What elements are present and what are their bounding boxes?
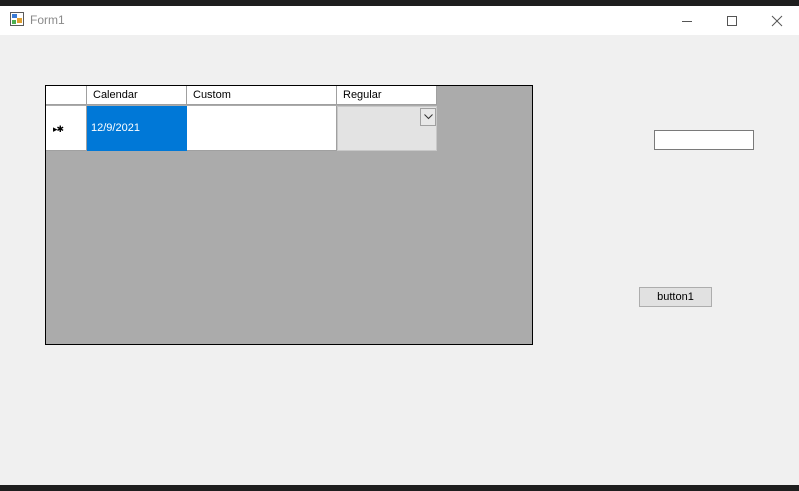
grid-corner-header[interactable]	[46, 86, 87, 105]
minimize-button[interactable]	[664, 6, 710, 35]
chevron-down-icon	[423, 114, 433, 120]
new-row-indicator-icon: ▸✱	[53, 124, 64, 134]
cell-regular-combobox[interactable]	[337, 106, 437, 151]
column-header-custom[interactable]: Custom	[187, 86, 337, 105]
textbox1[interactable]	[654, 130, 754, 150]
row-header[interactable]: ▸✱	[46, 106, 87, 151]
close-icon	[771, 15, 783, 26]
maximize-icon	[727, 15, 737, 26]
form-window: Form1 Calendar Custom Regular ▸✱ 12/9/20…	[0, 6, 799, 485]
data-grid-view[interactable]: Calendar Custom Regular ▸✱ 12/9/2021	[45, 85, 533, 345]
close-button[interactable]	[754, 6, 799, 35]
title-bar[interactable]: Form1	[0, 6, 799, 35]
maximize-button[interactable]	[709, 6, 755, 35]
button1[interactable]: button1	[639, 287, 712, 307]
cell-calendar[interactable]: 12/9/2021	[87, 106, 187, 151]
column-header-regular[interactable]: Regular	[337, 86, 437, 105]
combobox-dropdown-button[interactable]	[420, 108, 436, 126]
column-header-calendar[interactable]: Calendar	[87, 86, 187, 105]
window-title: Form1	[30, 13, 65, 27]
minimize-icon	[682, 20, 692, 22]
cell-custom[interactable]	[187, 106, 337, 151]
app-icon	[10, 12, 24, 26]
